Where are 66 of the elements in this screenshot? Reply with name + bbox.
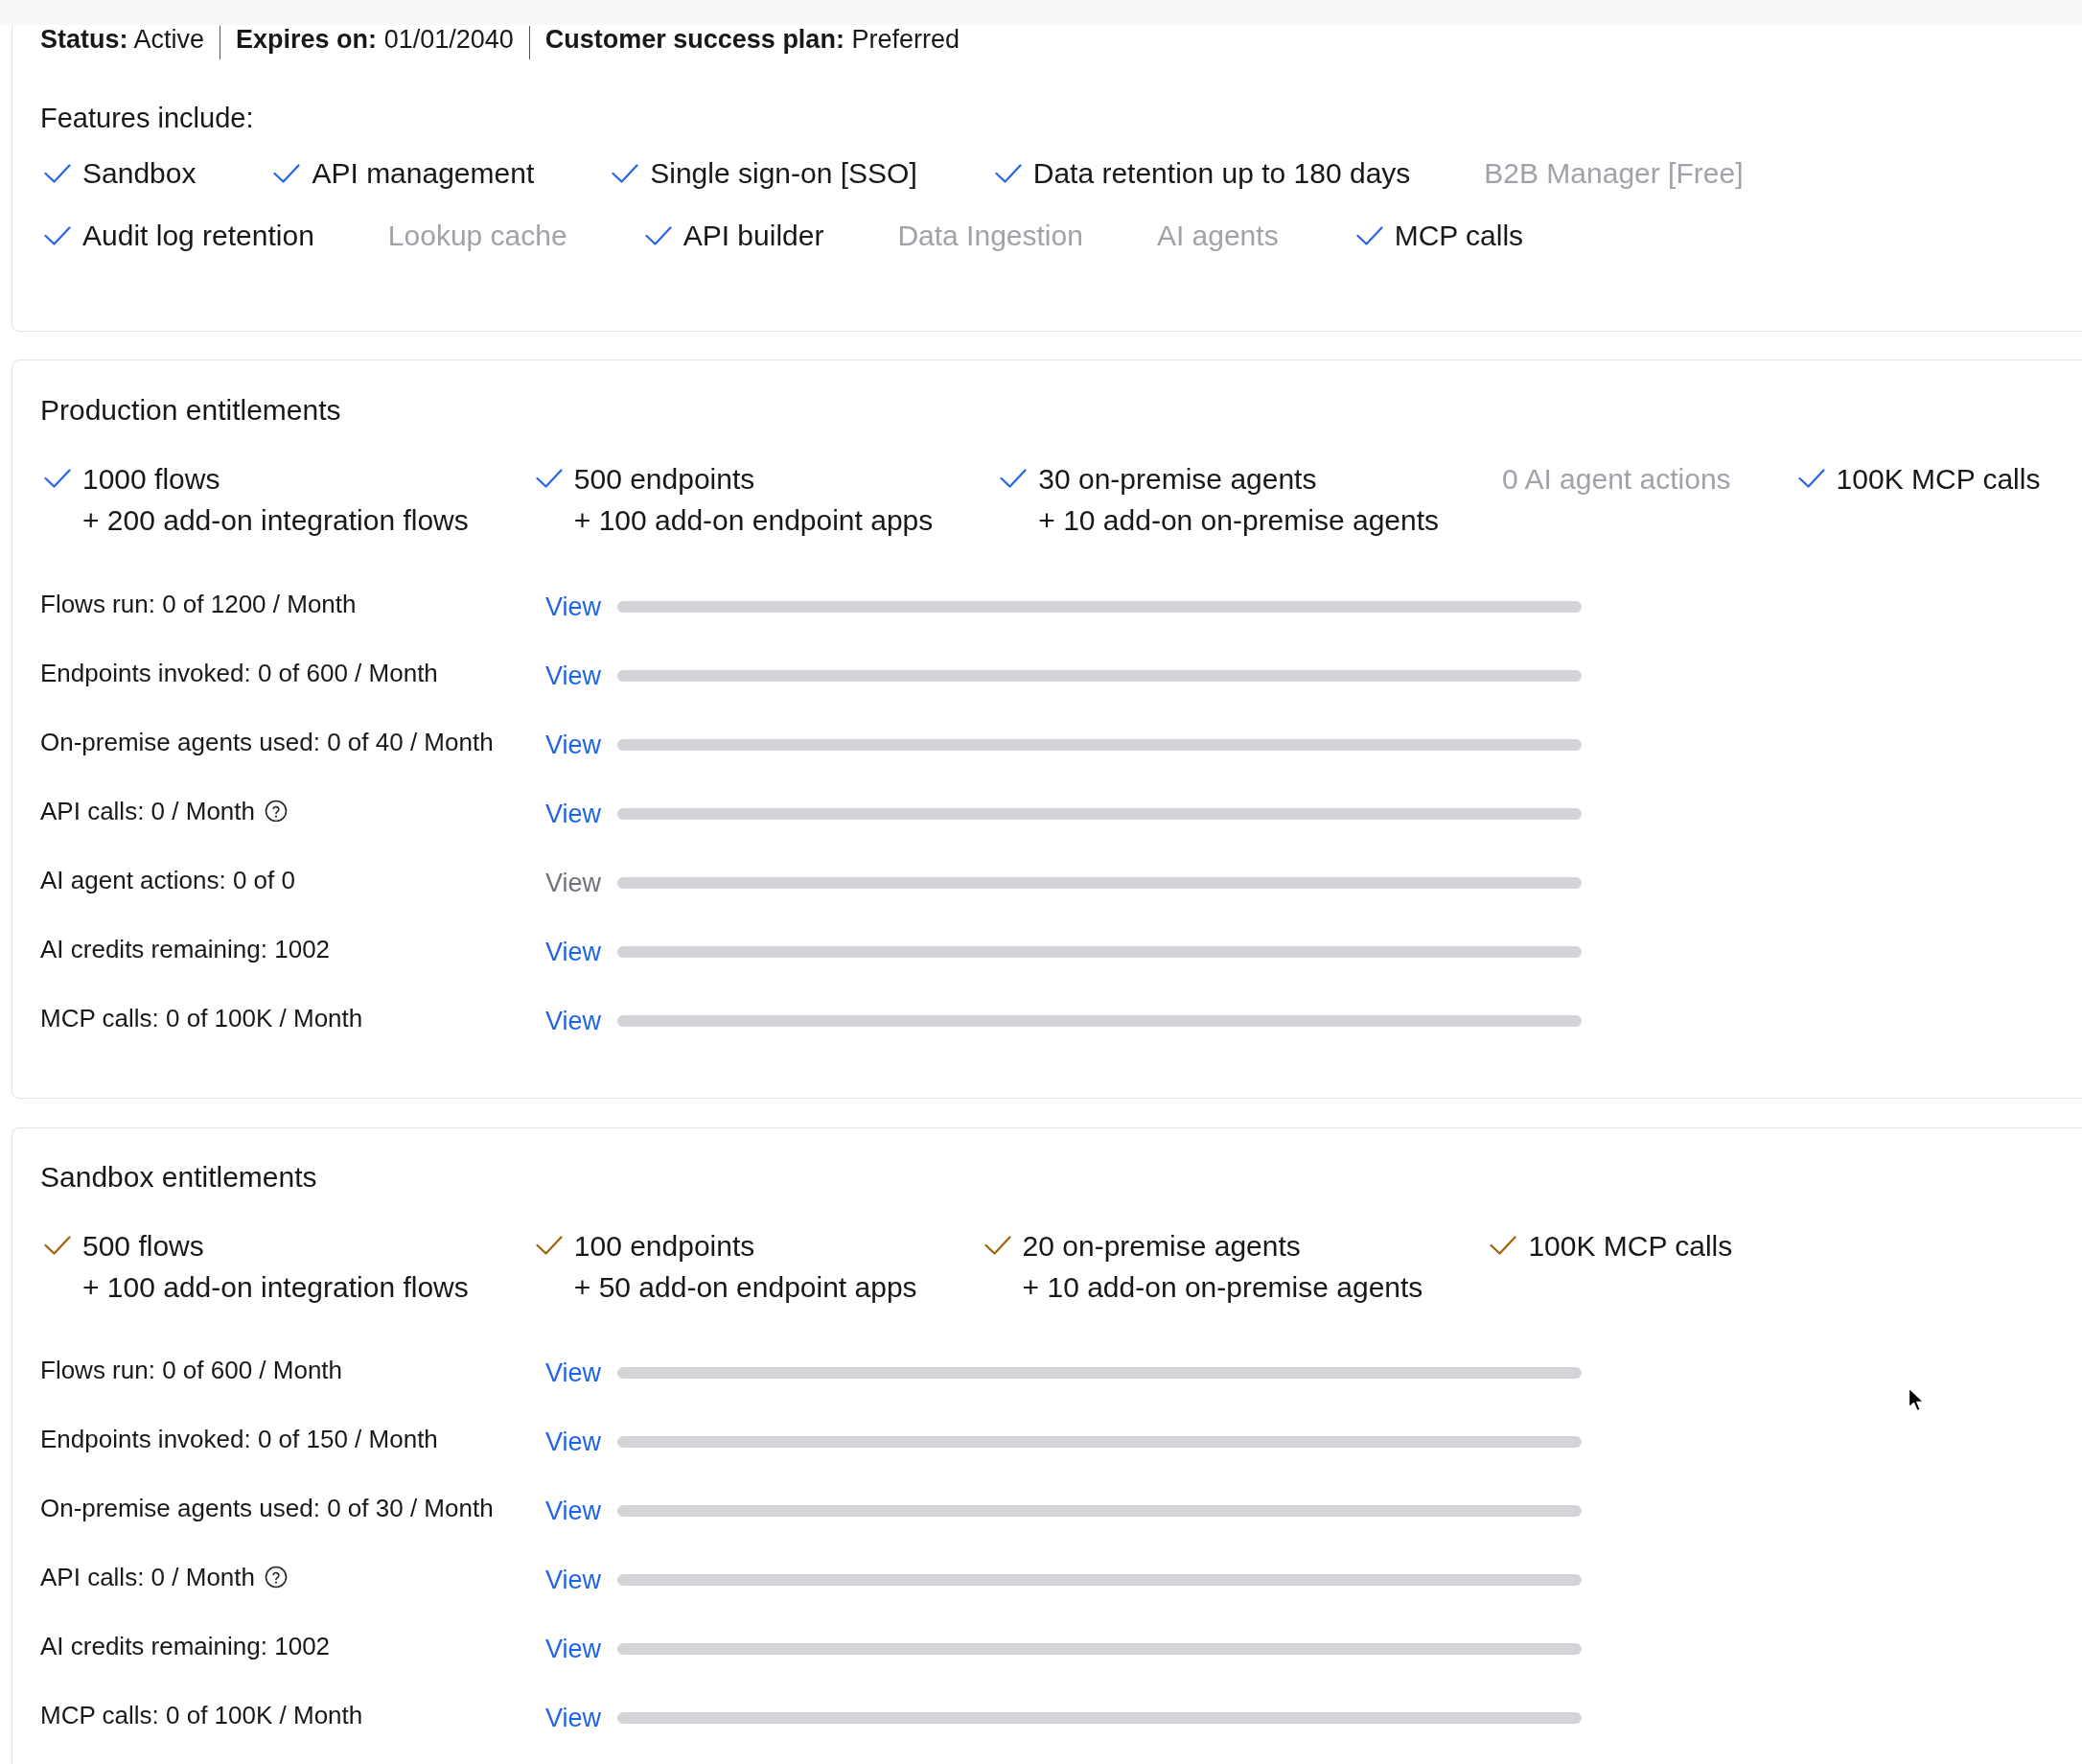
view-link[interactable]: View (545, 1357, 602, 1389)
check-icon (644, 226, 672, 245)
view-link[interactable]: View (545, 591, 602, 623)
entitlement-name: 500 endpoints (573, 462, 756, 497)
feature-label: Data retention up to 180 days (1032, 156, 1411, 191)
entitlement-name: 100K MCP calls (1836, 462, 2041, 497)
section-title: Production entitlements (40, 393, 342, 428)
usage-label: Endpoints invoked: 0 of 150 / Month (40, 1424, 438, 1454)
features-heading: Features include: (40, 102, 255, 135)
check-icon (1355, 226, 1383, 245)
view-link[interactable]: View (545, 1633, 602, 1665)
check-icon (994, 164, 1022, 183)
help-icon[interactable] (265, 800, 288, 823)
usage-label: Flows run: 0 of 600 / Month (40, 1355, 343, 1385)
view-link[interactable]: View (545, 1495, 602, 1527)
feature-label: MCP calls (1394, 219, 1524, 253)
view-link[interactable]: View (545, 660, 602, 692)
view-link[interactable]: View (545, 1564, 602, 1596)
view-link[interactable]: View (545, 798, 602, 830)
usage-label: On-premise agents used: 0 of 40 / Month (40, 727, 494, 757)
usage-label: API calls: 0 / Month (40, 1562, 255, 1592)
feature-label: API management (312, 156, 535, 191)
entitlement-name: 1000 flows (82, 462, 221, 497)
feature-label: API builder (682, 219, 824, 253)
feature-label: B2B Manager [Free] (1484, 156, 1744, 191)
usage-label: MCP calls: 0 of 100K / Month (40, 1003, 363, 1033)
feature-label: AI agents (1156, 219, 1279, 253)
feature-label: Data Ingestion (897, 219, 1083, 253)
plan-status-text: Customer success plan: Preferred (528, 26, 975, 59)
view-link[interactable]: View (545, 936, 602, 968)
usage-label: AI credits remaining: 1002 (40, 934, 331, 964)
section-title: Sandbox entitlements (40, 1160, 318, 1195)
view-link[interactable]: View (545, 1426, 602, 1458)
check-icon (273, 164, 301, 183)
check-icon (44, 164, 71, 183)
entitlement-addon: + 100 add-on integration flows (82, 1270, 469, 1305)
view-link[interactable]: View (545, 1702, 602, 1734)
usage-label: MCP calls: 0 of 100K / Month (40, 1700, 363, 1730)
view-link[interactable]: View (545, 729, 602, 761)
check-icon (44, 226, 71, 245)
entitlement-name: 100K MCP calls (1528, 1229, 1733, 1264)
usage-label: API calls: 0 / Month (40, 796, 255, 826)
entitlement-addon: + 10 add-on on-premise agents (1022, 1270, 1423, 1305)
plan-status-text: Expires on: 01/01/2040 (220, 26, 529, 59)
feature-label: Sandbox (82, 156, 197, 191)
feature-label: Audit log retention (82, 219, 314, 253)
usage-label: Endpoints invoked: 0 of 600 / Month (40, 658, 438, 688)
entitlement-addon: + 100 add-on endpoint apps (573, 503, 934, 538)
entitlement-name: 30 on-premise agents (1038, 462, 1318, 497)
entitlement-name: 100 endpoints (573, 1229, 756, 1264)
entitlement-addon: + 50 add-on endpoint apps (573, 1270, 917, 1305)
entitlement-name: 500 flows (82, 1229, 205, 1264)
entitlement-addon: + 10 add-on on-premise agents (1038, 503, 1440, 538)
help-icon[interactable] (265, 1566, 288, 1589)
feature-label: Single sign-on [SSO] (650, 156, 917, 191)
check-icon (612, 164, 639, 183)
entitlement-name: 20 on-premise agents (1022, 1229, 1302, 1264)
usage-label: On-premise agents used: 0 of 30 / Month (40, 1493, 494, 1523)
entitlement-addon: + 200 add-on integration flows (82, 503, 469, 538)
view-link[interactable]: View (545, 1005, 602, 1037)
plan-status-text: Status: Active (40, 26, 206, 56)
usage-label: Flows run: 0 of 1200 / Month (40, 589, 357, 619)
usage-label: AI agent actions: 0 of 0 (40, 865, 295, 895)
entitlement-name: 0 AI agent actions (1502, 462, 1731, 497)
usage-label: AI credits remaining: 1002 (40, 1631, 331, 1661)
feature-label: Lookup cache (387, 219, 567, 253)
